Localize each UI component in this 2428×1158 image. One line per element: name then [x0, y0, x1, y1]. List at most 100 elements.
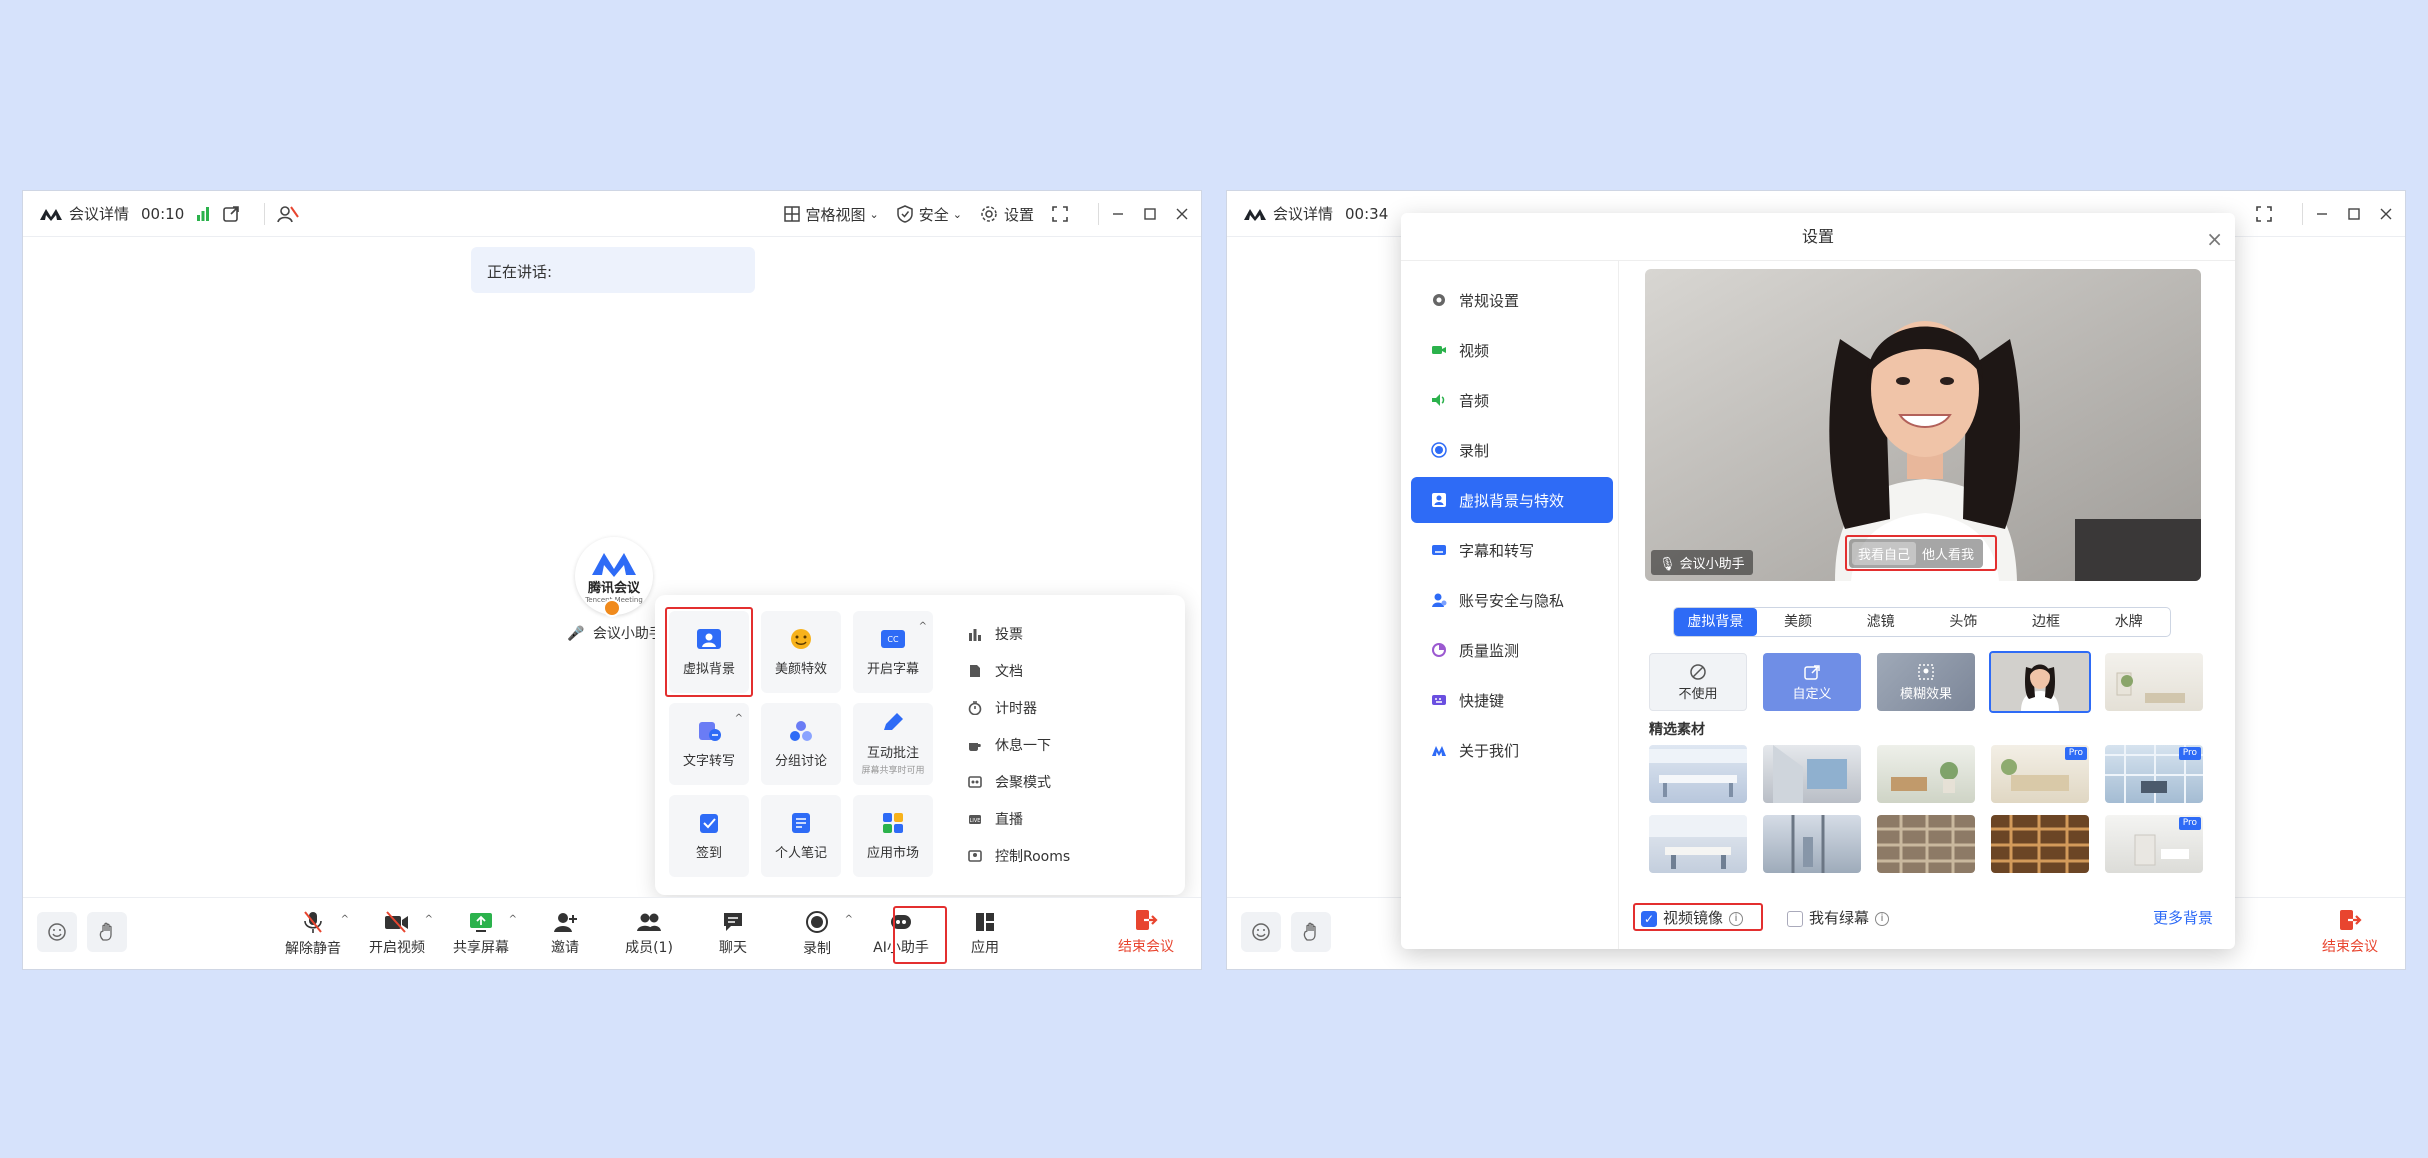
info-icon[interactable]: i: [1875, 911, 1890, 926]
nav-quality[interactable]: 质量监测: [1411, 627, 1613, 673]
video-mirror-checkbox[interactable]: ✓: [1641, 910, 1657, 927]
ai-assistant-button[interactable]: AI小助手: [859, 904, 943, 964]
annotate-tile[interactable]: 互动批注 屏幕共享时可用: [853, 703, 933, 785]
close-icon[interactable]: [2379, 207, 2393, 221]
nav-recording[interactable]: 录制: [1411, 427, 1613, 473]
chevron-up-icon[interactable]: ^: [845, 914, 853, 925]
chevron-down-icon: ⌄: [952, 207, 962, 221]
captions-icon: [1432, 545, 1446, 555]
notes-tile[interactable]: 个人笔记: [761, 795, 841, 877]
nav-audio[interactable]: 音频: [1411, 377, 1613, 423]
more-backgrounds-link[interactable]: 更多背景: [2153, 907, 2213, 928]
popout-icon[interactable]: [222, 205, 240, 223]
video-mirror-option[interactable]: ✓ 视频镜像 i: [1641, 907, 1744, 928]
tab-nameplate[interactable]: 水牌: [2087, 608, 2170, 636]
tab-beauty[interactable]: 美颜: [1757, 608, 1840, 636]
chevron-up-icon[interactable]: ^: [425, 914, 433, 925]
nav-account-security[interactable]: 账号安全与隐私: [1411, 577, 1613, 623]
tab-virtual-background[interactable]: 虚拟背景: [1674, 608, 1757, 636]
share-screen-button[interactable]: 共享屏幕 ^: [439, 904, 523, 964]
fullscreen-icon[interactable]: [1052, 206, 1068, 222]
grid-view-icon: [783, 206, 800, 222]
members-button[interactable]: 成员(1): [607, 904, 691, 964]
maximize-icon[interactable]: [1143, 207, 1157, 221]
featured-background-tile[interactable]: [1649, 815, 1747, 873]
members-label: 成员(1): [625, 940, 673, 956]
chevron-up-icon[interactable]: ^: [509, 914, 517, 925]
background-room-tile[interactable]: [2105, 653, 2203, 711]
background-blur-tile[interactable]: 模糊效果: [1877, 653, 1975, 711]
nav-shortcuts[interactable]: 快捷键: [1411, 677, 1613, 723]
nav-general[interactable]: 常规设置: [1411, 277, 1613, 323]
emoji-button[interactable]: [1241, 912, 1281, 952]
beauty-effect-tile[interactable]: 美颜特效: [761, 611, 841, 693]
minimize-icon[interactable]: [1111, 207, 1125, 221]
chevron-up-icon[interactable]: ^: [919, 621, 927, 632]
document-item[interactable]: 文档: [967, 652, 1070, 689]
record-button[interactable]: 录制 ^: [775, 904, 859, 964]
featured-background-tile[interactable]: [1763, 815, 1861, 873]
emoji-button[interactable]: [37, 912, 77, 952]
info-icon[interactable]: i: [1729, 911, 1744, 926]
chat-button[interactable]: 聊天: [691, 904, 775, 964]
featured-background-tile[interactable]: [1649, 745, 1747, 803]
chevron-up-icon[interactable]: ^: [735, 713, 743, 724]
view-self-toggle[interactable]: 我看自己: [1852, 542, 1917, 565]
nav-virtual-background[interactable]: 虚拟背景与特效: [1411, 477, 1613, 523]
rooms-item[interactable]: 控制Rooms: [967, 837, 1070, 874]
poll-item[interactable]: 投票: [967, 615, 1070, 652]
featured-background-tile[interactable]: [1877, 815, 1975, 873]
view-mode-dropdown[interactable]: 宫格视图 ⌄: [783, 204, 879, 225]
checkin-tile[interactable]: 签到: [669, 795, 749, 877]
nav-captions[interactable]: 字幕和转写: [1411, 527, 1613, 573]
nav-video[interactable]: 视频: [1411, 327, 1613, 373]
end-meeting-button[interactable]: 结束会议: [1111, 908, 1181, 956]
live-item[interactable]: LIVE 直播: [967, 800, 1070, 837]
featured-background-tile[interactable]: [1991, 815, 2089, 873]
close-icon[interactable]: ×: [2206, 227, 2223, 251]
breakout-rooms-tile[interactable]: 分组讨论: [761, 703, 841, 785]
background-selected-tile[interactable]: [1989, 651, 2091, 713]
close-icon[interactable]: [1175, 207, 1189, 221]
tab-frame[interactable]: 边框: [2005, 608, 2088, 636]
break-item[interactable]: 休息一下: [967, 726, 1070, 763]
chevron-up-icon[interactable]: ^: [341, 914, 349, 925]
invite-button[interactable]: 邀请: [523, 904, 607, 964]
maximize-icon[interactable]: [2347, 207, 2361, 221]
background-custom-tile[interactable]: 自定义: [1763, 653, 1861, 711]
featured-background-tile[interactable]: Pro: [2105, 815, 2203, 873]
nav-about[interactable]: 关于我们: [1411, 727, 1613, 773]
start-video-button[interactable]: 开启视频 ^: [355, 904, 439, 964]
signal-strength-icon[interactable]: [196, 206, 210, 221]
meeting-details-button[interactable]: 会议详情: [39, 203, 129, 224]
featured-background-tile[interactable]: Pro: [1991, 745, 2089, 803]
mic-icon: 🎙: [1659, 557, 1676, 572]
app-market-tile[interactable]: 应用市场: [853, 795, 933, 877]
minimize-icon[interactable]: [2315, 207, 2329, 221]
apps-button[interactable]: 应用: [943, 904, 1027, 964]
transcription-tile[interactable]: 文字转写 ^: [669, 703, 749, 785]
security-dropdown[interactable]: 安全 ⌄: [897, 204, 962, 225]
green-screen-checkbox[interactable]: [1787, 910, 1803, 927]
tab-headwear[interactable]: 头饰: [1922, 608, 2005, 636]
raise-hand-button[interactable]: [1291, 912, 1331, 952]
featured-background-tile[interactable]: Pro: [2105, 745, 2203, 803]
background-none-tile[interactable]: 不使用: [1649, 653, 1747, 711]
captions-tile[interactable]: CC 开启字幕 ^: [853, 611, 933, 693]
virtual-background-tile[interactable]: 虚拟背景: [669, 611, 749, 693]
timer-item[interactable]: 计时器: [967, 689, 1070, 726]
green-screen-option[interactable]: 我有绿幕 i: [1787, 907, 1890, 928]
tab-filter[interactable]: 滤镜: [1839, 608, 1922, 636]
tencent-meeting-logo-icon: [592, 552, 636, 577]
muted-user-icon[interactable]: [277, 205, 300, 223]
featured-background-tile[interactable]: [1877, 745, 1975, 803]
together-mode-item[interactable]: 会聚模式: [967, 763, 1070, 800]
unmute-button[interactable]: 解除静音 ^: [271, 904, 355, 964]
raise-hand-button[interactable]: [87, 912, 127, 952]
view-others-toggle[interactable]: 他人看我: [1916, 542, 1980, 565]
settings-button[interactable]: 设置: [980, 204, 1034, 225]
end-meeting-button[interactable]: 结束会议: [2315, 908, 2385, 956]
fullscreen-icon[interactable]: [2256, 206, 2272, 222]
meeting-details-button[interactable]: 会议详情: [1243, 203, 1333, 224]
featured-background-tile[interactable]: [1763, 745, 1861, 803]
